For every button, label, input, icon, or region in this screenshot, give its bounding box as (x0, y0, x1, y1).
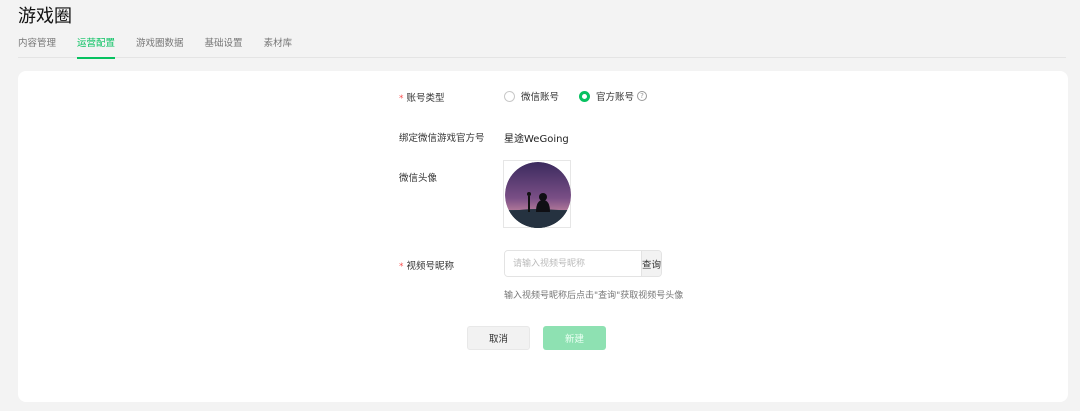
radio-label: 官方账号 (596, 92, 635, 103)
page-title: 游戏圈 (18, 6, 72, 27)
tab-circle-data[interactable]: 游戏圈数据 (136, 37, 184, 58)
tab-asset-library[interactable]: 素材库 (264, 37, 293, 58)
tab-bar: 内容管理 运营配置 游戏圈数据 基础设置 素材库 (18, 37, 1066, 59)
channel-nickname-label: * 视频号昵称 (399, 261, 455, 272)
tab-basic-settings[interactable]: 基础设置 (205, 37, 243, 58)
radio-official-account[interactable]: 官方账号 ? (579, 89, 648, 103)
create-button[interactable]: 新建 (543, 326, 606, 350)
query-button[interactable]: 查询 (641, 251, 661, 276)
bound-account-label: 绑定微信游戏官方号 (399, 133, 485, 144)
config-form-card: * 账号类型 微信账号 官方账号 ? 绑定微信游戏官方号 星途WeGoing 微信… (18, 71, 1068, 402)
radio-checked-icon[interactable] (579, 90, 591, 102)
avatar-frame (503, 160, 571, 228)
bound-account-value: 星途WeGoing (504, 134, 569, 145)
radio-label: 微信账号 (521, 92, 560, 103)
radio-wechat-account[interactable]: 微信账号 (504, 89, 559, 103)
help-question-icon[interactable]: ? (637, 91, 648, 101)
tab-operation-config[interactable]: 运营配置 (77, 37, 116, 59)
channel-nickname-input-group: 查询 (504, 250, 662, 277)
account-type-label: * 账号类型 (399, 93, 445, 104)
channel-nickname-hint: 输入视频号昵称后点击"查询"获取视频号头像 (504, 291, 684, 301)
avatar-label: 微信头像 (399, 173, 438, 184)
cancel-button[interactable]: 取消 (467, 326, 530, 350)
required-mark: * (399, 94, 404, 104)
channel-nickname-input[interactable] (505, 251, 641, 276)
tab-content-management[interactable]: 内容管理 (18, 37, 56, 58)
avatar (505, 162, 571, 228)
radio-unchecked-icon[interactable] (504, 90, 515, 102)
account-type-radio-group: 微信账号 官方账号 ? (504, 89, 648, 103)
required-mark: * (399, 262, 404, 272)
